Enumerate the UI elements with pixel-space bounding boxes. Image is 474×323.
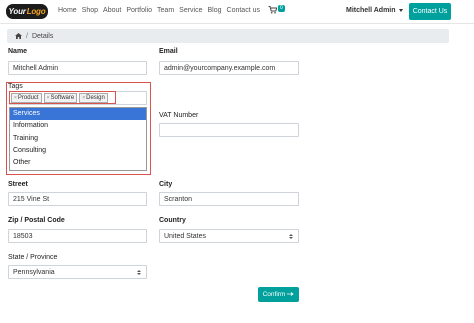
state-select[interactable]: Pennsylvania: [8, 265, 147, 279]
tags-option-consulting[interactable]: Consulting: [10, 145, 146, 157]
nav-link-contact-us[interactable]: Contact us: [227, 7, 260, 14]
street-label: Street: [8, 181, 28, 188]
contact-us-button[interactable]: Contact Us: [409, 3, 451, 20]
tags-option-services[interactable]: Services: [10, 108, 146, 121]
select-arrows-icon: [136, 269, 142, 275]
user-name: Mitchell Admin: [346, 7, 396, 14]
tags-option-information[interactable]: Information: [10, 120, 146, 132]
tag-chip-design: × Design: [79, 93, 108, 103]
nav-link-home[interactable]: Home: [58, 7, 77, 14]
city-label: City: [159, 181, 173, 188]
country-select[interactable]: United States: [159, 229, 299, 243]
brand-logo[interactable]: Your Logo: [6, 4, 48, 19]
street-input[interactable]: 215 Vine St: [8, 192, 147, 206]
name-value: Mitchell Admin: [13, 64, 59, 72]
email-label: Email: [159, 48, 178, 55]
breadcrumb-current: Details: [31, 32, 54, 40]
tags-option-training[interactable]: Training: [10, 133, 146, 145]
vat-number-input[interactable]: [159, 123, 299, 137]
caret-down-icon: [398, 9, 403, 12]
state-label: State / Province: [8, 254, 58, 261]
remove-tag-icon[interactable]: ×: [14, 94, 17, 102]
confirm-button-label: Confirm: [262, 291, 286, 298]
name-label: Name: [8, 48, 28, 55]
name-input[interactable]: Mitchell Admin: [8, 61, 147, 75]
tag-chip-label: Software: [50, 95, 75, 101]
zip-label: Zip / Postal Code: [8, 217, 65, 224]
tags-label: Tags: [8, 83, 23, 90]
country-label: Country: [159, 217, 186, 224]
home-icon[interactable]: [15, 33, 22, 39]
nav-link-about[interactable]: About: [103, 7, 121, 14]
select-arrows-icon: [288, 233, 294, 239]
state-value: Pennsylvania: [13, 268, 55, 276]
nav-link-team[interactable]: Team: [157, 7, 174, 14]
remove-tag-icon[interactable]: ×: [47, 94, 50, 102]
tag-chip-label: Design: [86, 95, 105, 101]
zip-input[interactable]: 18503: [8, 229, 147, 243]
logo-text: Your: [8, 7, 26, 16]
city-value: Scranton: [164, 195, 193, 203]
top-navbar: Your Logo Home Shop About Portfolio Team …: [0, 0, 474, 24]
tags-option-other[interactable]: Other: [10, 157, 146, 169]
vat-number-label: VAT Number: [159, 112, 199, 119]
logo-accent-text: Logo: [26, 7, 46, 16]
user-menu-dropdown[interactable]: Mitchell Admin: [346, 7, 403, 14]
remove-tag-icon[interactable]: ×: [82, 94, 85, 102]
main-nav: Home Shop About Portfolio Team Service B…: [58, 7, 265, 14]
breadcrumb-separator: /: [26, 32, 28, 40]
email-value: admin@yourcompany.example.com: [164, 64, 276, 72]
tags-selected-chips: × Product × Software × Design: [11, 93, 108, 103]
tag-chip-software: × Software: [43, 93, 78, 103]
tag-chip-product: × Product: [11, 93, 42, 103]
nav-link-service[interactable]: Service: [179, 7, 202, 14]
breadcrumb: / Details: [7, 29, 449, 43]
shopping-cart-icon: [268, 6, 278, 16]
tags-options-dropdown: Services Information Training Consulting…: [9, 107, 147, 171]
zip-value: 18503: [13, 232, 33, 240]
cart-count-badge: 0: [278, 5, 285, 12]
nav-link-shop[interactable]: Shop: [82, 7, 98, 14]
tag-chip-label: Product: [17, 95, 39, 101]
cart-link[interactable]: 0: [268, 5, 285, 16]
street-value: 215 Vine St: [13, 195, 50, 203]
country-value: United States: [164, 232, 207, 240]
arrow-right-icon: [287, 291, 295, 298]
nav-link-portfolio[interactable]: Portfolio: [126, 7, 152, 14]
nav-link-blog[interactable]: Blog: [208, 7, 222, 14]
confirm-button[interactable]: Confirm: [258, 287, 299, 302]
city-input[interactable]: Scranton: [159, 192, 299, 206]
email-input[interactable]: admin@yourcompany.example.com: [159, 61, 299, 75]
